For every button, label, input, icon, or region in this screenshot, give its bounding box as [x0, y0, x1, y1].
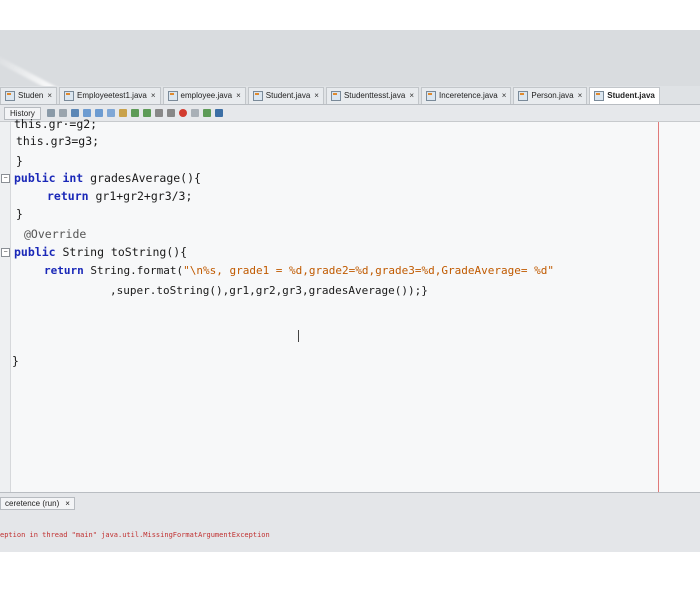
java-file-icon	[330, 90, 341, 101]
toggle-highlight-icon[interactable]	[106, 109, 115, 117]
tab-label: Studen	[18, 91, 44, 100]
java-file-icon	[64, 90, 75, 101]
window-top-area	[0, 30, 700, 86]
tab-studenttesst[interactable]: Studenttesst.java ×	[325, 86, 419, 104]
java-file-icon	[252, 90, 263, 101]
java-file-icon	[426, 90, 436, 101]
editor-toolbar: History	[0, 105, 700, 122]
close-icon[interactable]: ×	[409, 91, 414, 100]
line-gutter: − −	[0, 122, 11, 492]
tab-label: Employeetest1.java	[77, 91, 147, 100]
tab-label: Student.java	[265, 91, 311, 100]
close-icon[interactable]: ×	[236, 91, 241, 100]
java-file-icon	[5, 90, 15, 101]
close-icon[interactable]: ×	[314, 91, 319, 100]
source-icon[interactable]	[46, 109, 55, 117]
editor-tab-bar: Studen × Employeetest1.java × employee.j…	[0, 86, 700, 105]
right-margin-line	[658, 122, 659, 492]
tab-label: Student.java	[607, 91, 655, 100]
search-icon[interactable]	[70, 109, 79, 117]
tab-label: Studenttesst.java	[343, 91, 406, 100]
uncomment-icon[interactable]	[166, 109, 175, 117]
diff-icon[interactable]	[202, 109, 211, 117]
tab-label: Person.java	[531, 91, 574, 100]
bookmark-icon[interactable]	[118, 109, 127, 117]
text-cursor	[298, 330, 299, 342]
close-icon[interactable]: ×	[151, 91, 156, 100]
tab-student-active[interactable]: Student.java	[589, 86, 660, 104]
output-console-text: eption in thread "main" java.util.Missin…	[0, 531, 270, 539]
chart-icon[interactable]	[214, 109, 223, 117]
shift-left-icon[interactable]	[130, 109, 139, 117]
find-next-icon[interactable]	[94, 109, 103, 117]
close-icon[interactable]: ×	[578, 91, 583, 100]
find-previous-icon[interactable]	[82, 109, 91, 117]
record-macro-icon[interactable]	[178, 109, 187, 117]
output-panel: ceretence (run) × eption in thread "main"…	[0, 492, 700, 552]
tab-inceretence[interactable]: Inceretence.java ×	[421, 86, 512, 104]
java-file-icon	[167, 90, 178, 101]
back-icon[interactable]	[58, 109, 67, 117]
code-line-return: return gr1+gr2+gr3/3;	[47, 189, 193, 203]
close-icon[interactable]: ×	[65, 499, 70, 508]
fold-collapse-icon[interactable]: −	[1, 248, 10, 257]
tab-studen[interactable]: Studen ×	[0, 86, 58, 104]
code-editor[interactable]: − − this.gr·=g2; this.gr3=g3; } public i…	[0, 117, 700, 492]
code-line-annotation: @Override	[24, 227, 87, 241]
code-line-brace: }	[16, 154, 23, 168]
fold-collapse-icon[interactable]: −	[1, 174, 10, 183]
code-line-brace: }	[12, 354, 19, 368]
close-icon[interactable]: ×	[502, 91, 507, 100]
stop-macro-icon[interactable]	[190, 109, 199, 117]
code-line: this.gr3=g3;	[16, 134, 100, 148]
code-line-brace: }	[16, 207, 23, 221]
tab-output-run[interactable]: ceretence (run) ×	[0, 497, 75, 510]
tab-student[interactable]: Student.java ×	[247, 86, 324, 104]
close-icon[interactable]: ×	[47, 91, 52, 100]
java-file-icon	[518, 90, 529, 101]
tab-person[interactable]: Person.java ×	[513, 86, 588, 104]
code-line: this.gr·=g2;	[14, 117, 98, 131]
java-file-icon	[594, 90, 605, 101]
code-line-args: ,super.toString(),gr1,gr2,gr3,gradesAver…	[110, 284, 428, 297]
shift-right-icon[interactable]	[142, 109, 151, 117]
code-line-method: public int gradesAverage(){	[14, 171, 201, 185]
code-line-method: public String toString(){	[14, 245, 188, 259]
tab-employeetest1[interactable]: Employeetest1.java ×	[59, 86, 161, 104]
output-tab-label: ceretence (run)	[5, 499, 60, 508]
comment-icon[interactable]	[154, 109, 163, 117]
tab-employee[interactable]: employee.java ×	[162, 86, 246, 104]
ide-window: Studen × Employeetest1.java × employee.j…	[0, 30, 700, 552]
tab-label: Inceretence.java	[439, 91, 498, 100]
code-line-return: return String.format("\n%s, grade1 = %d,…	[44, 264, 554, 277]
tab-label: employee.java	[180, 91, 233, 100]
